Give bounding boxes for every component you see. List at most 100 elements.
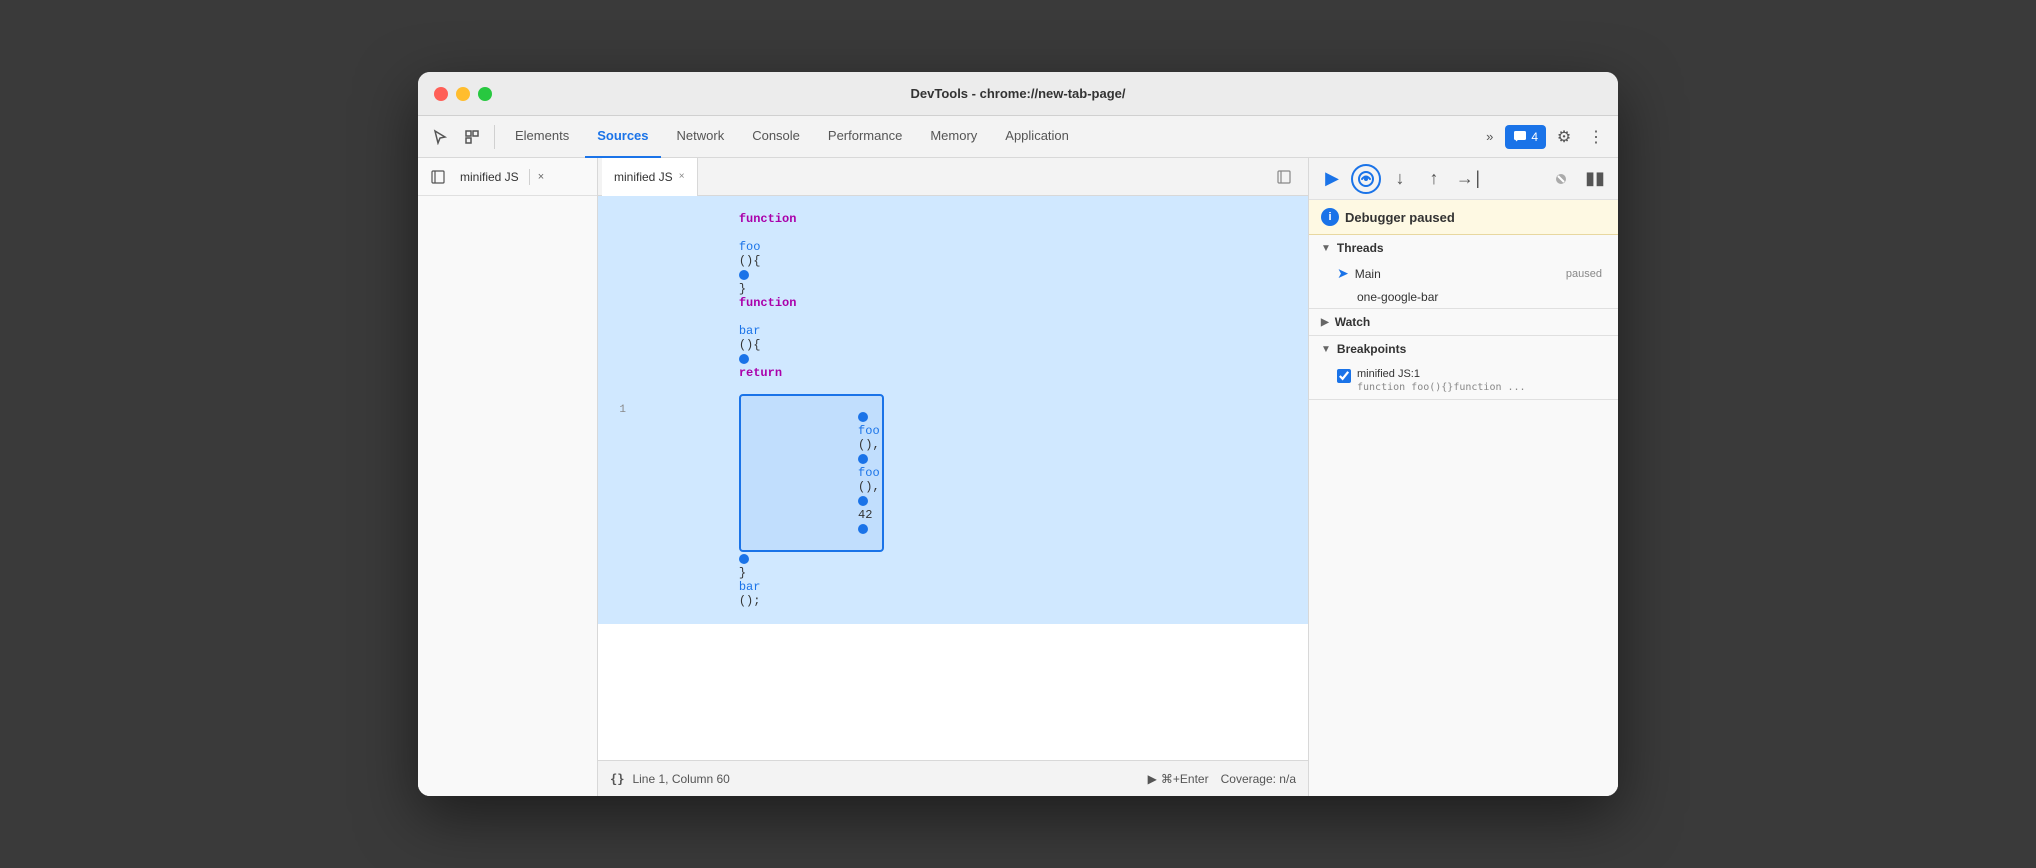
breakpoint-code-preview: function foo(){}function ...	[1357, 382, 1526, 393]
thread-main[interactable]: ➤ Main paused	[1309, 261, 1618, 286]
tab-memory[interactable]: Memory	[918, 116, 989, 158]
step-over-icon	[1356, 169, 1376, 189]
breakpoint-marker-7	[739, 554, 749, 564]
titlebar: DevTools - chrome://new-tab-page/	[418, 72, 1618, 116]
step-over-btn[interactable]	[1351, 164, 1381, 194]
threads-triangle: ▼	[1321, 243, 1331, 254]
watch-triangle: ▶	[1321, 317, 1329, 328]
editor-area: minified JS ×	[598, 158, 1308, 796]
breakpoints-header[interactable]: ▼ Breakpoints	[1309, 336, 1618, 362]
debugger-banner-text: Debugger paused	[1345, 210, 1455, 225]
step-out-btn[interactable]: ↑	[1419, 164, 1449, 194]
breakpoints-section: ▼ Breakpoints minified JS:1 function foo…	[1309, 336, 1618, 400]
threads-label: Threads	[1337, 241, 1384, 255]
line-number: 1	[598, 404, 634, 416]
main-area: minified JS × minified JS ×	[418, 158, 1618, 796]
watch-label: Watch	[1335, 315, 1371, 329]
breakpoint-marker-1	[739, 270, 749, 280]
editor-tab-minified-js[interactable]: minified JS ×	[602, 158, 698, 196]
step-into-btn[interactable]: ↓	[1385, 164, 1415, 194]
inspect-icon	[464, 129, 480, 145]
maximize-button[interactable]	[478, 87, 492, 101]
minimize-button[interactable]	[456, 87, 470, 101]
breakpoint-file-label: minified JS:1	[1357, 368, 1420, 380]
tab-performance[interactable]: Performance	[816, 116, 914, 158]
dots-icon: ⋮	[1588, 127, 1604, 147]
nav-separator-1	[494, 125, 495, 149]
breakpoint-details: minified JS:1 function foo(){}function .…	[1357, 368, 1526, 393]
cursor-icon	[432, 129, 448, 145]
resume-btn[interactable]: ▶	[1317, 164, 1347, 194]
thread-google-bar[interactable]: one-google-bar	[1309, 286, 1618, 308]
code-line-1: 1 function foo (){ } function bar (){	[598, 196, 1308, 624]
thread-main-name: Main	[1355, 267, 1566, 281]
breakpoints-triangle: ▼	[1321, 344, 1331, 355]
inspect-icon-btn[interactable]	[458, 123, 486, 151]
watch-section: ▶ Watch	[1309, 309, 1618, 336]
deactivate-breakpoints-btn[interactable]	[1546, 164, 1576, 194]
thread-arrow-icon: ➤	[1337, 265, 1349, 282]
info-icon: i	[1321, 208, 1339, 226]
breakpoint-marker-6	[858, 524, 868, 534]
more-options-btn[interactable]: ⋮	[1582, 123, 1610, 151]
sidebar-header: minified JS ×	[418, 158, 597, 196]
devtools-panel: Elements Sources Network Console Perform…	[418, 116, 1618, 796]
gear-icon: ⚙	[1557, 127, 1571, 147]
sidebar: minified JS ×	[418, 158, 598, 796]
pause-exceptions-btn[interactable]: ▮▮	[1580, 164, 1610, 194]
sidebar-sep	[529, 169, 530, 185]
more-tabs-btn[interactable]: »	[1478, 123, 1501, 151]
breakpoint-item-1[interactable]: minified JS:1 function foo(){}function .…	[1309, 362, 1618, 399]
threads-section: ▼ Threads ➤ Main paused one-google-bar	[1309, 235, 1618, 309]
debugger-toolbar: ▶ ↓ ↑ → |	[1309, 158, 1618, 200]
tab-application[interactable]: Application	[993, 116, 1081, 158]
window-title: DevTools - chrome://new-tab-page/	[910, 86, 1125, 101]
tab-elements[interactable]: Elements	[503, 116, 581, 158]
tab-console[interactable]: Console	[740, 116, 812, 158]
watch-header[interactable]: ▶ Watch	[1309, 309, 1618, 335]
breakpoint-checkbox-1[interactable]	[1337, 369, 1351, 383]
breakpoints-label: Breakpoints	[1337, 342, 1406, 356]
breakpoint-marker-3	[858, 412, 868, 422]
status-left: {} Line 1, Column 60	[610, 772, 730, 786]
breakpoint-marker-4	[858, 454, 868, 464]
devtools-window: DevTools - chrome://new-tab-page/ Elemen…	[418, 72, 1618, 796]
editor-tabs: minified JS ×	[598, 158, 1308, 196]
sidebar-tab-label[interactable]: minified JS	[454, 168, 525, 186]
right-panel: ▶ ↓ ↑ → |	[1308, 158, 1618, 796]
thread-google-bar-name: one-google-bar	[1337, 290, 1602, 304]
threads-header[interactable]: ▼ Threads	[1309, 235, 1618, 261]
deactivate-icon	[1552, 170, 1570, 188]
close-button[interactable]	[434, 87, 448, 101]
tab-sources[interactable]: Sources	[585, 116, 660, 158]
step-btn[interactable]: → |	[1453, 164, 1483, 194]
thread-main-status: paused	[1566, 268, 1602, 280]
breakpoint-marker-5	[858, 496, 868, 506]
cursor-position: Line 1, Column 60	[632, 772, 729, 786]
debugger-banner: i Debugger paused	[1309, 200, 1618, 235]
breakpoint-marker-2	[739, 354, 749, 364]
settings-gear-btn[interactable]: ⚙	[1550, 123, 1578, 151]
coverage-label: Coverage: n/a	[1221, 772, 1296, 786]
run-btn[interactable]: ▶ ⌘+Enter	[1148, 772, 1209, 786]
messages-badge-btn[interactable]: 4	[1505, 125, 1546, 149]
sidebar-toggle-btn[interactable]	[426, 165, 450, 189]
run-shortcut: ⌘+Enter	[1161, 772, 1209, 786]
line-content: function foo (){ } function bar (){ retu	[634, 198, 1308, 622]
run-icon: ▶	[1148, 772, 1157, 786]
panel-icon	[431, 170, 445, 184]
status-right: ▶ ⌘+Enter Coverage: n/a	[1148, 772, 1296, 786]
cursor-icon-btn[interactable]	[426, 123, 454, 151]
editor-nav-btn[interactable]	[1272, 165, 1296, 189]
nav-bar: Elements Sources Network Console Perform…	[418, 116, 1618, 158]
sidebar-close-btn[interactable]: ×	[538, 171, 544, 183]
code-editor[interactable]: 1 function foo (){ } function bar (){	[598, 196, 1308, 760]
traffic-lights	[434, 87, 492, 101]
format-icon[interactable]: {}	[610, 772, 624, 786]
highlight-expression: foo (), foo (), 42	[739, 394, 884, 552]
editor-nav-icon	[1277, 170, 1291, 184]
editor-tab-right	[1272, 165, 1304, 189]
tab-network[interactable]: Network	[665, 116, 737, 158]
editor-tab-close-btn[interactable]: ×	[679, 171, 685, 182]
status-bar: {} Line 1, Column 60 ▶ ⌘+Enter Coverage:…	[598, 760, 1308, 796]
